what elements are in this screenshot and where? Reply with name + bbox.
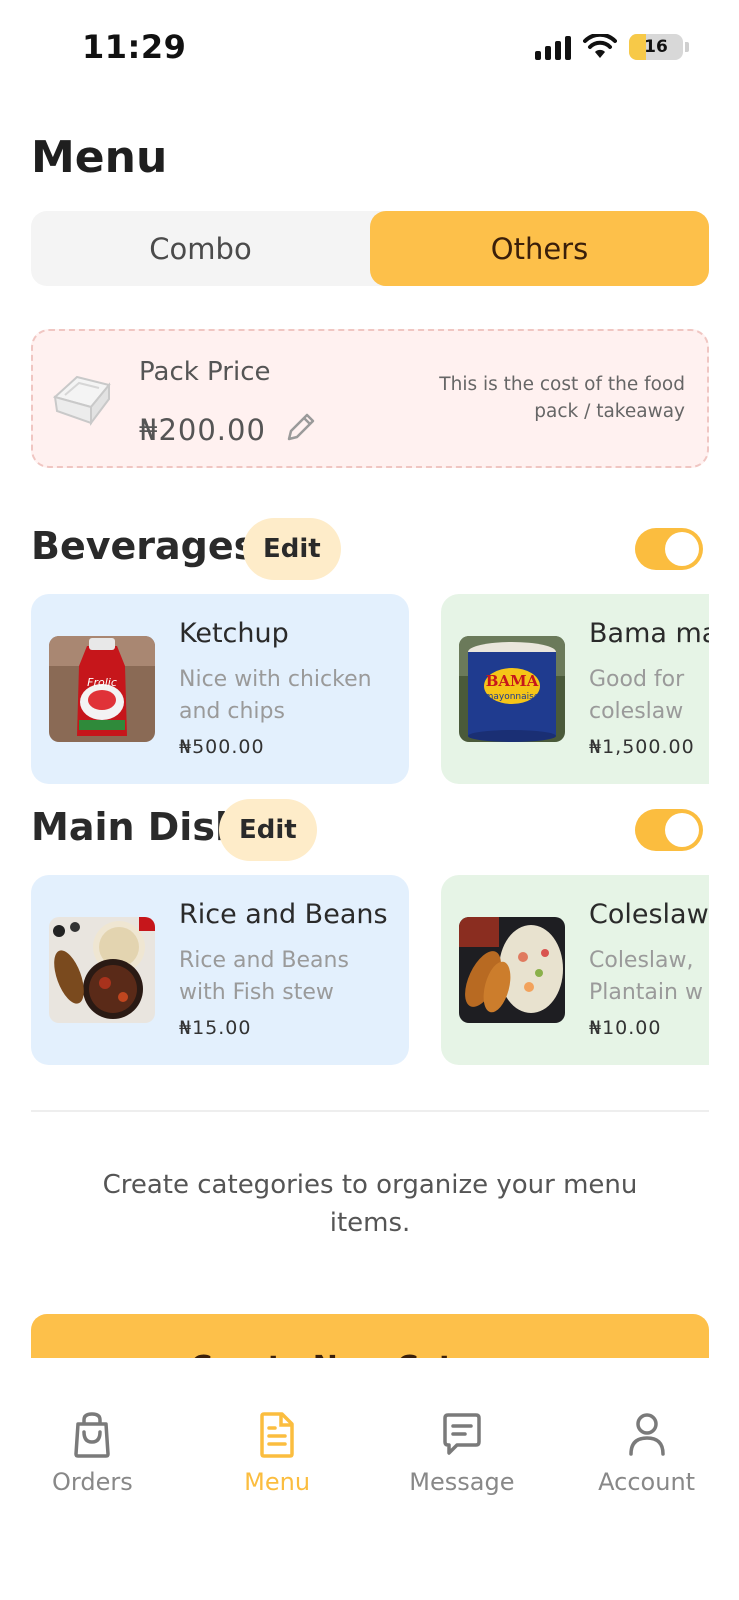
battery-level: 16: [644, 37, 668, 57]
item-name: Ketchup: [179, 618, 289, 649]
document-icon: [260, 1412, 294, 1458]
pack-price-title: Pack Price: [139, 357, 271, 387]
nav-menu[interactable]: Menu: [185, 1358, 370, 1600]
edit-beverages-button[interactable]: Edit: [243, 518, 341, 580]
pack-price-card: Pack Price ₦200.00 This is the cost of t…: [31, 329, 709, 468]
section-title: Beverages: [31, 524, 257, 568]
nav-label: Account: [598, 1468, 696, 1496]
tab-others[interactable]: Others: [370, 211, 709, 286]
nav-account[interactable]: Account: [554, 1358, 739, 1600]
tab-combo[interactable]: Combo: [31, 211, 370, 286]
svg-text:BAMA: BAMA: [486, 672, 539, 690]
svg-text:Frolic: Frolic: [87, 676, 117, 689]
main-dish-toggle[interactable]: [635, 809, 703, 851]
rice-and-beans-image: [49, 917, 155, 1023]
item-description: Nice with chicken and chips: [179, 667, 372, 724]
bottom-nav: Orders Menu Message Account: [0, 1358, 739, 1600]
item-name: Bama ma: [589, 618, 709, 649]
item-price: ₦10.00: [589, 1017, 662, 1039]
item-description: Good for coleslaw: [589, 667, 685, 724]
wifi-icon: [583, 34, 617, 58]
takeaway-pack-icon: [52, 375, 111, 426]
status-icons: 16: [535, 34, 689, 60]
item-price: ₦15.00: [179, 1017, 252, 1039]
shopping-bag-icon: [74, 1412, 111, 1458]
item-name: Coleslaw: [589, 899, 709, 930]
pack-price-note: This is the cost of the food pack / take…: [439, 374, 685, 422]
item-price: ₦500.00: [179, 736, 265, 758]
pack-price-value: ₦200.00: [139, 413, 266, 447]
section-title: Main Dish: [31, 805, 243, 849]
menu-item-card[interactable]: Coleslaw Coleslaw, Plantain w ₦10.00: [441, 875, 709, 1065]
nav-message[interactable]: Message: [370, 1358, 555, 1600]
user-icon: [628, 1413, 665, 1456]
svg-text:mayonnaise: mayonnaise: [485, 692, 540, 702]
menu-item-card[interactable]: Rice and Beans Rice and Beans with Fish …: [31, 875, 409, 1065]
nav-label: Orders: [52, 1468, 133, 1496]
item-name: Rice and Beans: [179, 899, 388, 930]
edit-main-dish-button[interactable]: Edit: [219, 799, 317, 861]
menu-item-card[interactable]: Frolic Ketchup Nice with chicken and chi…: [31, 594, 409, 784]
menu-type-tabs: Combo Others: [31, 211, 709, 286]
section-header-beverages: Beverages Edit: [31, 518, 709, 580]
status-time: 11:29: [82, 28, 187, 66]
beverages-items-row[interactable]: Frolic Ketchup Nice with chicken and chi…: [31, 594, 709, 784]
nav-label: Message: [409, 1468, 515, 1496]
chat-icon: [443, 1413, 481, 1455]
edit-pencil-icon[interactable]: [283, 411, 317, 445]
nav-label: Menu: [244, 1468, 311, 1496]
nav-orders[interactable]: Orders: [0, 1358, 185, 1600]
item-description: Coleslaw, Plantain w: [589, 948, 703, 1005]
menu-item-card[interactable]: BAMA mayonnaise Bama ma Good for colesla…: [441, 594, 709, 784]
beverages-toggle[interactable]: [635, 528, 703, 570]
coleslaw-image: [459, 917, 565, 1023]
page-title: Menu: [31, 132, 168, 183]
main-dish-items-row[interactable]: Rice and Beans Rice and Beans with Fish …: [31, 875, 709, 1065]
divider: [31, 1110, 709, 1112]
ketchup-image: Frolic: [49, 636, 155, 742]
section-header-main-dish: Main Dish Edit: [31, 799, 709, 861]
item-price: ₦1,500.00: [589, 736, 695, 758]
mayonnaise-image: BAMA mayonnaise: [459, 636, 565, 742]
cellular-signal-icon: [535, 34, 571, 60]
battery-icon: 16: [629, 34, 683, 60]
help-text: Create categories to organize your menu …: [102, 1170, 638, 1238]
status-bar: 11:29 16: [0, 0, 739, 100]
item-description: Rice and Beans with Fish stew: [179, 948, 349, 1005]
